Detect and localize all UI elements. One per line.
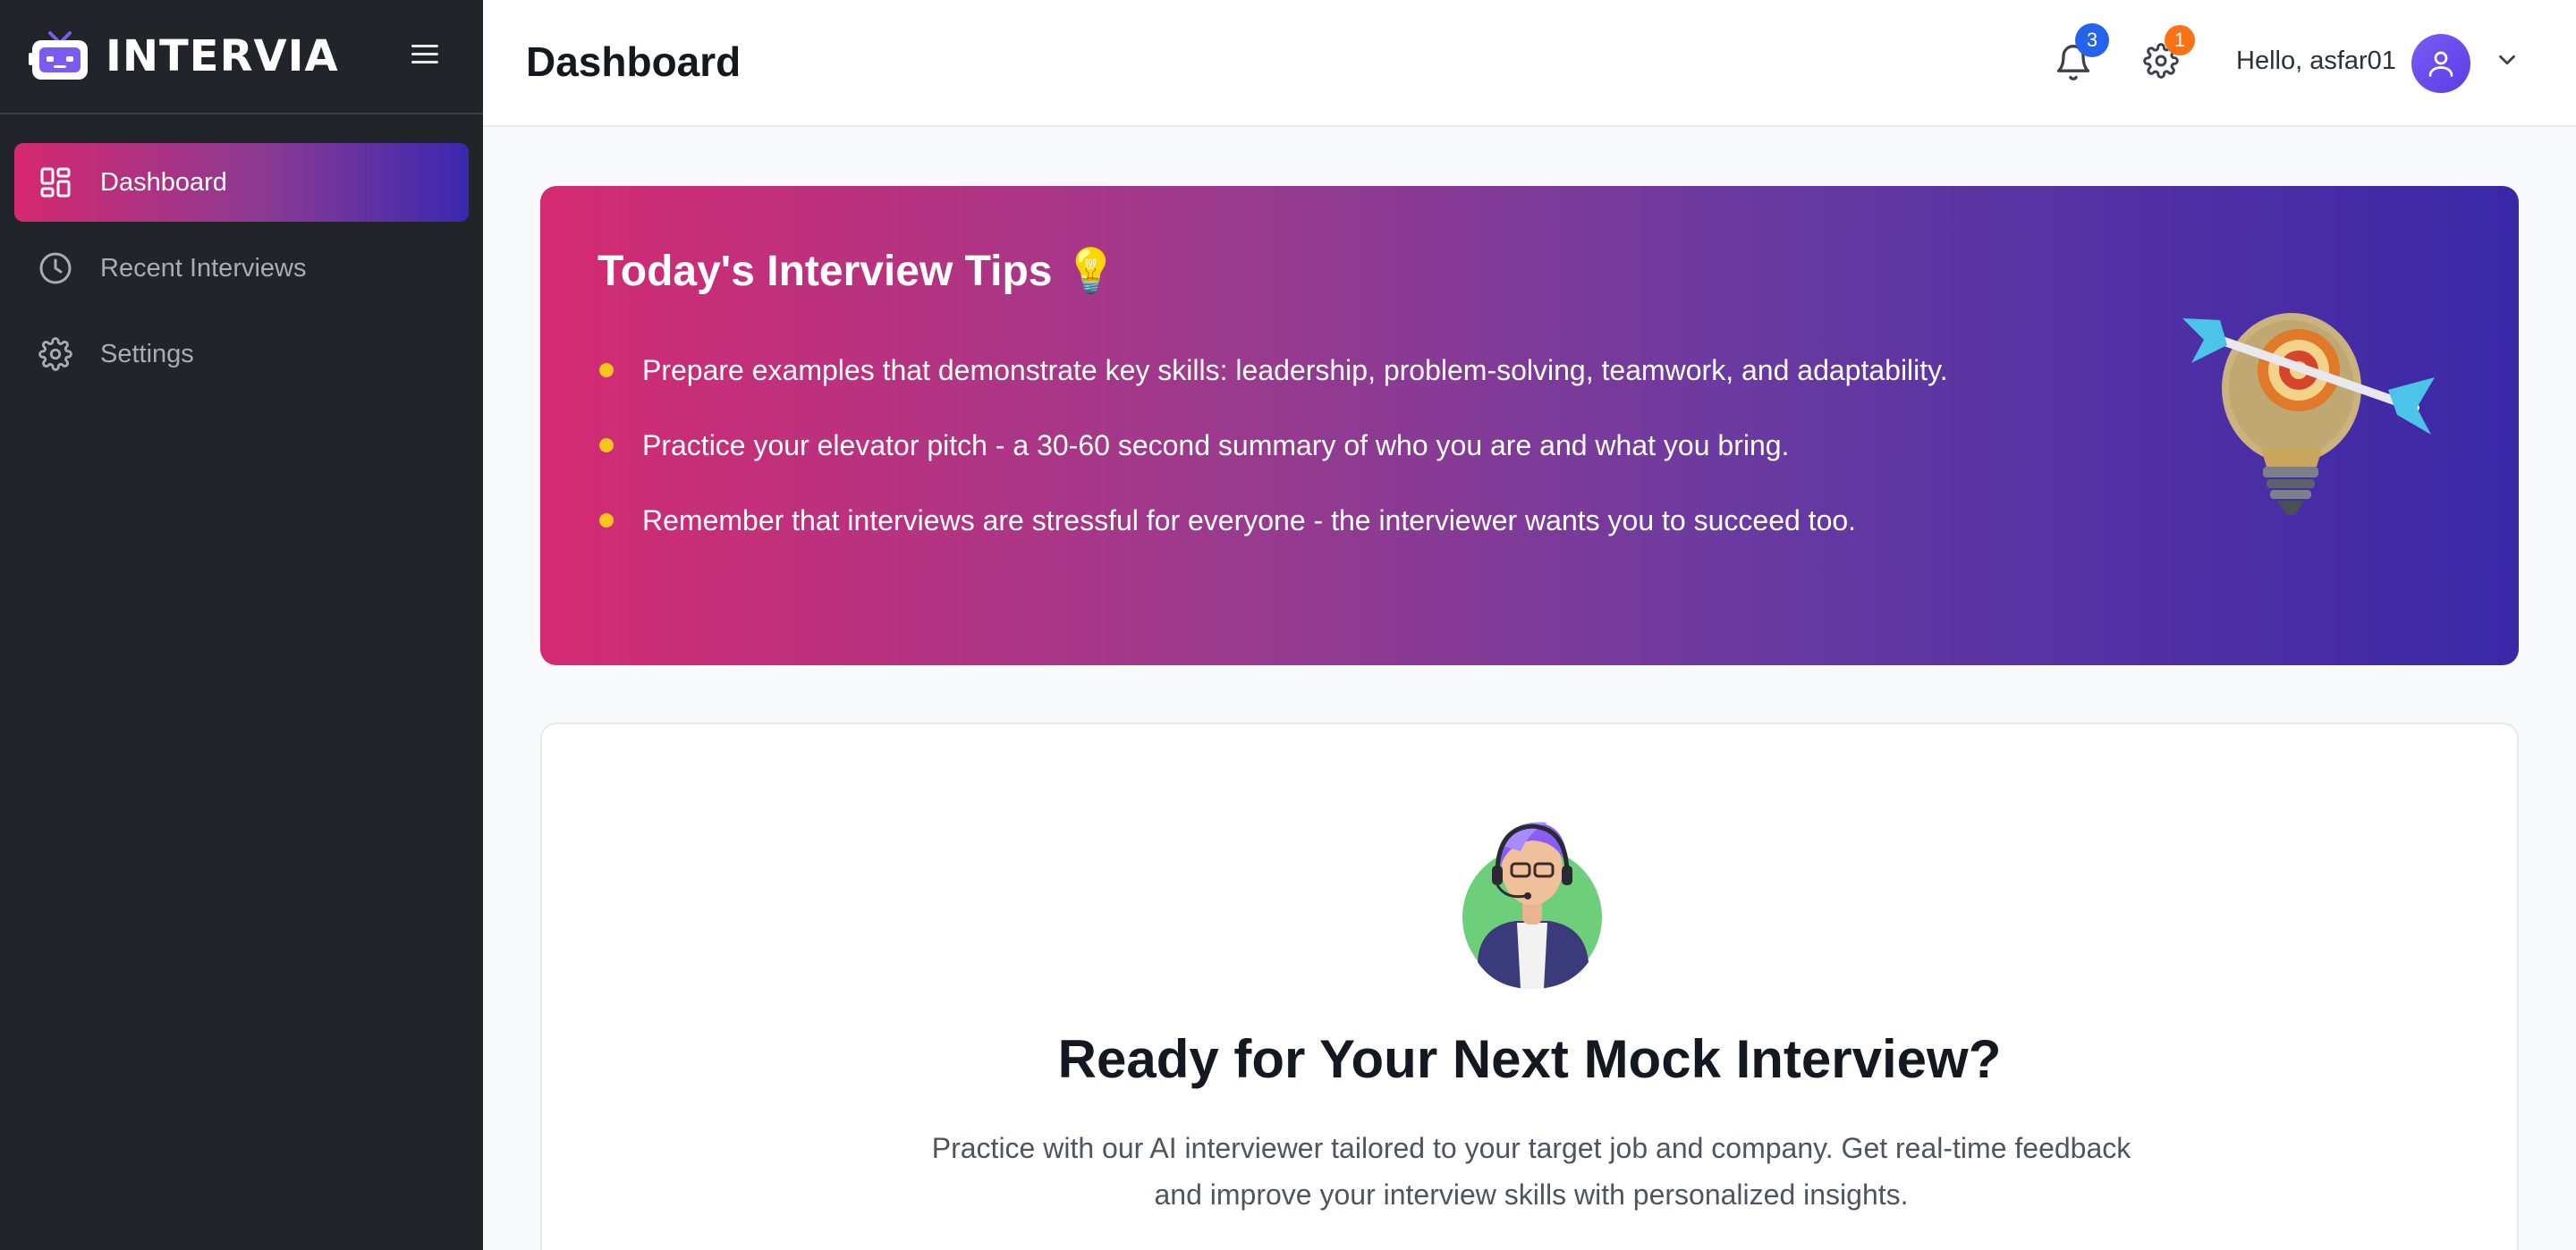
mock-interview-card: Ready for Your Next Mock Interview? Prac… xyxy=(540,722,2519,1250)
robot-tv-logo-icon xyxy=(29,31,88,80)
top-header: Dashboard 3 1 Hello, asfar01 xyxy=(483,0,2576,127)
lightbulb-target-icon xyxy=(2182,313,2435,515)
brand-name: INTERVIA xyxy=(106,31,339,81)
tips-list: Prepare examples that demonstrate key sk… xyxy=(597,345,1948,570)
sidebar-item-label: Settings xyxy=(100,339,194,368)
user-greeting: Hello, asfar01 xyxy=(2236,46,2396,75)
sidebar-nav: Dashboard Recent Interviews Settings xyxy=(0,114,483,393)
page-title: Dashboard xyxy=(526,38,741,85)
interview-tips-card: Today's Interview Tips 💡 Prepare example… xyxy=(540,186,2519,665)
sidebar: INTERVIA Dashboard Recent Interviews Set… xyxy=(0,0,483,1250)
list-item: Practice your elevator pitch - a 30-60 s… xyxy=(597,420,1948,495)
mock-interview-description: Practice with our AI interviewer tailore… xyxy=(931,1132,2131,1211)
tip-text: Practice your elevator pitch - a 30-60 s… xyxy=(642,429,1790,461)
header-settings-button[interactable]: 1 xyxy=(2143,25,2195,84)
bullet-icon xyxy=(599,363,614,377)
clock-icon xyxy=(38,250,73,286)
sidebar-item-label: Recent Interviews xyxy=(100,253,307,283)
tip-text: Prepare examples that demonstrate key sk… xyxy=(642,354,1948,386)
sidebar-item-dashboard[interactable]: Dashboard xyxy=(14,143,469,222)
sidebar-item-label: Dashboard xyxy=(100,167,227,197)
sidebar-item-recent-interviews[interactable]: Recent Interviews xyxy=(14,229,469,308)
avatar[interactable] xyxy=(2411,34,2470,93)
notifications-button[interactable]: 3 xyxy=(2054,23,2109,84)
list-item: Remember that interviews are stressful f… xyxy=(597,495,1948,570)
bullet-icon xyxy=(599,513,614,528)
list-item: Prepare examples that demonstrate key sk… xyxy=(597,345,1948,420)
gear-icon xyxy=(38,336,73,372)
chevron-down-icon[interactable] xyxy=(2494,46,2521,73)
brand: INTERVIA xyxy=(0,0,483,114)
ai-interviewer-avatar-icon xyxy=(1462,822,1602,989)
user-icon xyxy=(2428,51,2453,77)
notifications-badge: 3 xyxy=(2075,23,2109,57)
bullet-icon xyxy=(599,438,614,452)
sidebar-item-settings[interactable]: Settings xyxy=(14,315,469,393)
mock-interview-title: Ready for Your Next Mock Interview? xyxy=(1057,1029,2002,1089)
tip-text: Remember that interviews are stressful f… xyxy=(642,504,1857,536)
menu-toggle-icon[interactable] xyxy=(411,45,438,66)
settings-badge: 1 xyxy=(2165,25,2195,55)
tips-title: Today's Interview Tips 💡 xyxy=(597,248,1118,295)
dashboard-icon xyxy=(38,165,73,200)
